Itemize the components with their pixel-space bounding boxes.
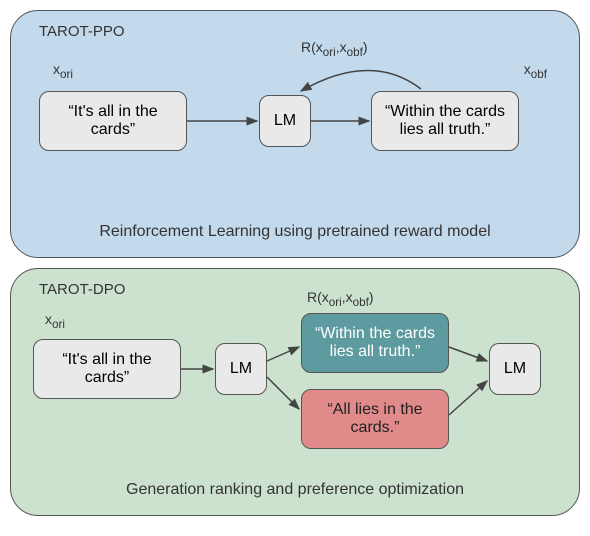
ppo-x-ori-label: xori [53, 61, 73, 81]
r-open: R(x [301, 39, 323, 55]
dpo-x-ori-sub: ori [52, 318, 65, 331]
dr-open: R(x [307, 289, 329, 305]
ppo-panel: TAROT-PPO xori xobf R(xori,xobf) “It's a… [10, 10, 580, 258]
ppo-x-obf-label: xobf [524, 61, 547, 81]
dpo-caption: Generation ranking and preference optimi… [11, 481, 579, 499]
dpo-candidate-bad-text: “All lies in the cards.” [308, 401, 442, 437]
dpo-lm2-box: LM [489, 343, 541, 395]
dpo-title: TAROT-DPO [39, 281, 125, 298]
x-ori-sym: x [53, 61, 60, 77]
ppo-input-text: “It's all in the cards” [46, 103, 180, 139]
dr-sub1: ori [329, 296, 342, 309]
x-obf-sub: obf [531, 68, 547, 81]
dpo-candidate-good: “Within the cards lies all truth.” [301, 313, 449, 373]
r-sub2: obf [347, 46, 363, 59]
dpo-panel: TAROT-DPO xori R(xori,xobf) “It's all in… [10, 268, 580, 516]
dpo-x-ori-label: xori [45, 311, 65, 331]
dr-mid: ,x [342, 289, 353, 305]
dpo-candidate-bad: “All lies in the cards.” [301, 389, 449, 449]
x-obf-sym: x [524, 61, 531, 77]
ppo-output-box: “Within the cards lies all truth.” [371, 91, 519, 151]
r-mid: ,x [336, 39, 347, 55]
r-sub1: ori [323, 46, 336, 59]
dr-sub2: obf [353, 296, 369, 309]
ppo-caption: Reinforcement Learning using pretrained … [11, 223, 579, 241]
x-ori-sub: ori [60, 68, 73, 81]
ppo-lm-box: LM [259, 95, 311, 147]
dr-close: ) [369, 289, 374, 305]
r-close: ) [363, 39, 368, 55]
dpo-input-box: “It's all in the cards” [33, 339, 181, 399]
dpo-input-text: “It's all in the cards” [40, 351, 174, 387]
ppo-output-text: “Within the cards lies all truth.” [378, 103, 512, 139]
dpo-lm1-label: LM [230, 360, 252, 378]
ppo-title: TAROT-PPO [39, 23, 125, 40]
ppo-input-box: “It's all in the cards” [39, 91, 187, 151]
ppo-reward-label: R(xori,xobf) [301, 39, 368, 59]
ppo-lm-label: LM [274, 112, 296, 130]
dpo-reward-label: R(xori,xobf) [307, 289, 374, 309]
dpo-candidate-good-text: “Within the cards lies all truth.” [308, 325, 442, 361]
dpo-lm1-box: LM [215, 343, 267, 395]
dpo-x-ori-sym: x [45, 311, 52, 327]
dpo-lm2-label: LM [504, 360, 526, 378]
